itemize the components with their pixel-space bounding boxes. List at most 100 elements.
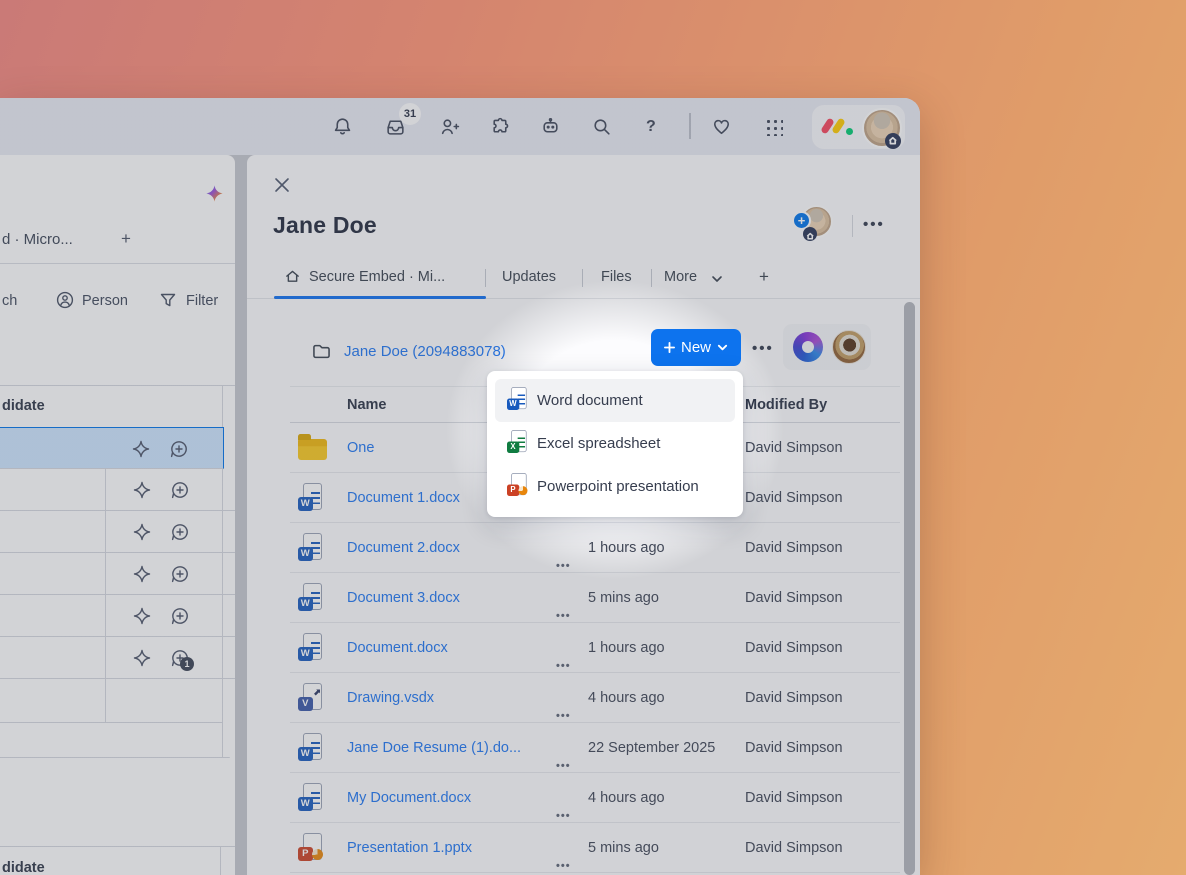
file-name-link[interactable]: Presentation 1.pptx [347,823,472,873]
assistant-bot-icon[interactable] [540,116,561,137]
modified-time: 4 hours ago [588,673,665,723]
file-row[interactable]: Document 3.docx 5 mins ago David Simpson [290,573,900,623]
row-divider [0,722,222,723]
breadcrumb-folder-link[interactable]: Jane Doe (2094883078) [344,342,506,362]
files-menu-icon[interactable]: ••• [752,341,774,357]
menu-item-label: Excel spreadsheet [537,422,660,465]
modified-by: David Simpson [745,573,843,623]
microsoft365-icon[interactable] [793,332,823,362]
notifications-bell-icon[interactable] [332,116,353,137]
ai-suggest-icon[interactable] [131,563,153,585]
file-row[interactable]: Document 2.docx 1 hours ago David Simpso… [290,523,900,573]
add-comment-bubble-icon[interactable] [169,479,191,501]
add-board-tab-button[interactable]: + [121,229,131,249]
modified-time: 22 September 2025 [588,723,715,773]
close-icon[interactable] [273,176,291,194]
person-filter-button[interactable]: Person [82,290,128,312]
file-name-link[interactable]: Document 1.docx [347,473,460,523]
add-comment-bubble-icon[interactable] [168,438,190,460]
tab-updates[interactable]: Updates [502,265,556,289]
new-file-button[interactable]: New [651,329,741,366]
search-label[interactable]: ch [2,290,17,312]
ai-sparkle-icon[interactable] [205,184,224,203]
column-header-modified-by[interactable]: Modified By [745,387,827,423]
row-menu-icon[interactable] [556,840,571,875]
file-row[interactable]: Jane Doe Resume (1).do... 22 September 2… [290,723,900,773]
modified-time: 4 hours ago [588,773,665,823]
file-name-link[interactable]: Jane Doe Resume (1).do... [347,723,521,773]
file-name-link[interactable]: My Document.docx [347,773,471,823]
tab-divider [485,269,486,287]
invite-member-icon[interactable] [439,116,460,137]
menu-item-label: Word document [537,379,643,422]
board-row[interactable] [0,553,235,595]
file-type-icon [507,473,528,498]
file-name-link[interactable]: Document 3.docx [347,573,460,623]
board-row[interactable] [0,427,224,469]
active-tab-underline [274,296,486,299]
vibe-heart-icon[interactable] [711,116,732,137]
modified-by: David Simpson [745,673,843,723]
ai-suggest-icon[interactable] [131,647,153,669]
filter-button[interactable]: Filter [186,290,218,312]
add-comment-bubble-icon[interactable] [169,605,191,627]
board-row[interactable] [0,595,235,637]
panel-splitter[interactable] [235,155,247,875]
vertical-scrollbar[interactable] [904,302,915,875]
add-comment-bubble-icon[interactable] [169,563,191,585]
file-name-link[interactable]: Drawing.vsdx [347,673,434,723]
modified-by: David Simpson [745,623,843,673]
search-icon[interactable] [591,116,612,137]
modified-by: David Simpson [745,523,843,573]
tab-files[interactable]: Files [601,265,632,289]
board-row[interactable]: 1 [0,637,235,679]
panel-divider [0,263,235,264]
home-badge-icon [885,133,901,149]
column-divider [220,846,221,875]
file-type-icon [298,433,324,463]
file-row[interactable]: Presentation 1.pptx 5 mins ago David Sim… [290,823,900,873]
menu-item[interactable]: Powerpoint presentation [495,465,735,508]
menu-item[interactable]: Excel spreadsheet [495,422,735,465]
apps-grid-icon[interactable] [765,118,783,136]
file-type-icon [507,387,528,412]
file-row[interactable]: My Document.docx 4 hours ago David Simps… [290,773,900,823]
ai-suggest-icon[interactable] [131,521,153,543]
ai-suggest-icon[interactable] [130,438,152,460]
board-row[interactable] [0,511,235,553]
file-name-link[interactable]: One [347,423,374,473]
file-name-link[interactable]: Document 2.docx [347,523,460,573]
column-header-name[interactable]: Name [347,387,387,423]
file-row[interactable]: Document.docx 1 hours ago David Simpson [290,623,900,673]
modified-time: 5 mins ago [588,573,659,623]
item-menu-icon[interactable]: ••• [863,217,885,233]
file-name-link[interactable]: Document.docx [347,623,448,673]
add-tab-button[interactable]: + [759,265,769,289]
integrations-puzzle-icon[interactable] [490,116,511,137]
chevron-down-icon [717,342,728,353]
monday-logo[interactable] [823,117,855,137]
file-type-icon [298,633,324,663]
ai-suggest-icon[interactable] [131,479,153,501]
item-title: Jane Doe [273,210,377,240]
filter-funnel-icon [158,290,178,312]
menu-item-label: Powerpoint presentation [537,465,699,508]
board-tab-label[interactable]: d · Micro... [2,230,73,250]
modified-time: 5 mins ago [588,823,659,873]
file-type-icon [298,783,324,813]
table-border [0,846,235,847]
file-row[interactable]: Drawing.vsdx 4 hours ago David Simpson [290,673,900,723]
coffee-avatar[interactable] [832,330,866,364]
help-icon[interactable]: ? [646,117,656,137]
desktop-background: { "topbar": { "inbox_badge": "31", "help… [0,0,1186,875]
ai-suggest-icon[interactable] [131,605,153,627]
tab-more[interactable]: More [664,265,697,289]
comment-count-badge: 1 [180,657,194,671]
add-comment-bubble-icon[interactable] [169,521,191,543]
menu-item[interactable]: Word document [495,379,735,422]
inbox-count-badge: 31 [399,103,421,125]
person-icon [55,290,75,312]
board-row[interactable] [0,469,235,511]
tab-secure-embed[interactable]: Secure Embed · Mi... [309,265,445,289]
chevron-down-icon [711,272,723,284]
